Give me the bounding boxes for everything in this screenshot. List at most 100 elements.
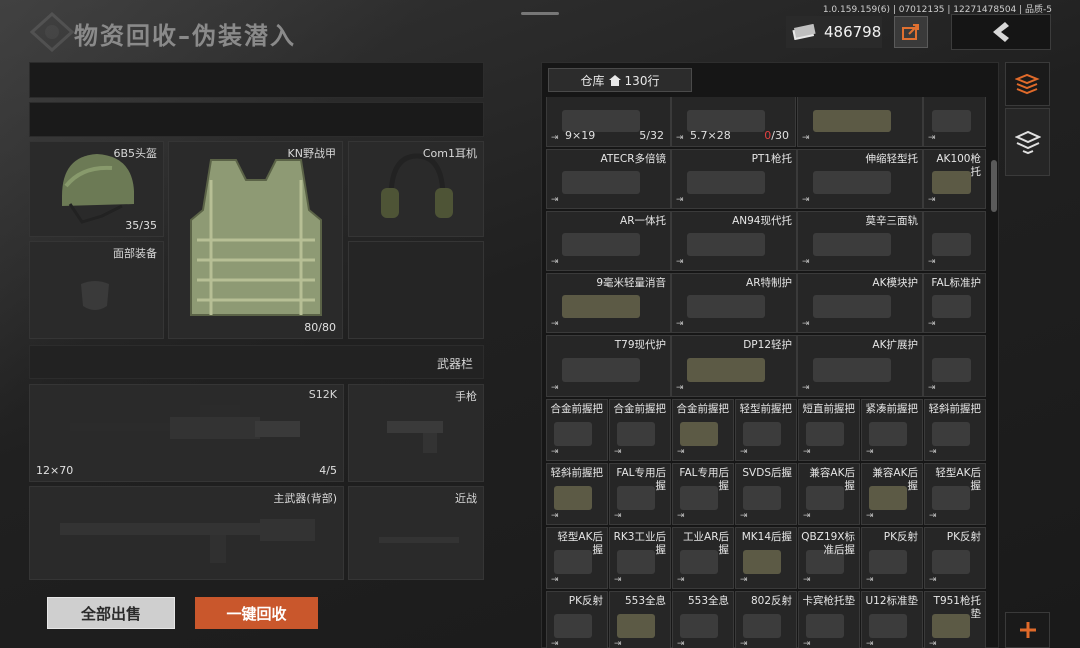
inventory-item[interactable]: 兼容AK后握 ⇥ <box>861 463 923 525</box>
extract-icon: ⇥ <box>614 511 622 521</box>
item-name: MK14后握 <box>741 531 792 543</box>
inventory-item[interactable]: ⇥ 9×19 5/32 <box>546 97 671 147</box>
inventory-item[interactable]: AK100枪托 ⇥ <box>923 149 986 209</box>
item-image-icon <box>813 233 891 256</box>
inventory-item[interactable]: ⇥ 5.7×28 0/30 <box>671 97 796 147</box>
inventory-item[interactable]: 工业AR后握 ⇥ <box>672 527 734 589</box>
extract-icon: ⇥ <box>676 257 684 267</box>
headset-label: Com1耳机 <box>422 147 477 160</box>
inventory-item[interactable]: 553全息 ⇥ <box>609 591 671 648</box>
plus-icon <box>1019 622 1036 638</box>
extract-icon: ⇥ <box>866 511 874 521</box>
inventory-item[interactable]: T79现代护 ⇥ <box>546 335 671 397</box>
inventory-item[interactable]: 合金前握把 ⇥ <box>672 399 734 461</box>
tab-warehouse[interactable]: 仓库 130行 <box>548 68 692 92</box>
inventory-item[interactable]: 卡宾枪托垫 ⇥ <box>798 591 860 648</box>
armor-slot[interactable]: KN野战甲 80/80 <box>168 141 343 339</box>
inventory-item[interactable]: 合金前握把 ⇥ <box>546 399 608 461</box>
inventory-item[interactable]: 轻型前握把 ⇥ <box>735 399 797 461</box>
inventory-item[interactable]: 553全息 ⇥ <box>672 591 734 648</box>
inventory-item[interactable]: ⇥ <box>923 97 986 147</box>
item-name: 802反射 <box>750 595 792 607</box>
item-name: 紧凑前握把 <box>865 403 919 415</box>
item-name: PK反射 <box>883 531 918 543</box>
inventory-item[interactable]: AR特制护 ⇥ <box>671 273 797 333</box>
add-button[interactable] <box>1005 612 1050 648</box>
item-count-max: /30 <box>771 129 789 142</box>
inventory-item[interactable]: FAL专用后握 ⇥ <box>672 463 734 525</box>
sort-button[interactable] <box>1005 62 1050 106</box>
item-name: 轻型AK后握 <box>935 467 981 492</box>
vest-icon <box>190 159 322 316</box>
extract-icon: ⇥ <box>676 195 684 205</box>
inventory-item[interactable]: AR一体托 ⇥ <box>546 211 671 271</box>
inventory-item[interactable]: 轻斜前握把 ⇥ <box>546 463 608 525</box>
extract-icon: ⇥ <box>929 511 937 521</box>
inventory-item[interactable]: FAL专用后握 ⇥ <box>609 463 671 525</box>
drag-handle[interactable] <box>521 12 559 15</box>
back-button[interactable] <box>951 14 1051 50</box>
inventory-item[interactable]: 轻斜前握把 ⇥ <box>924 399 986 461</box>
inventory-grid: ⇥ 9×19 5/32 ⇥ 5.7×28 0/30 ⇥ ⇥ ATECR多倍镜 ⇥ PT1枪托 ⇥ 伸缩轻… <box>546 97 986 648</box>
inventory-item[interactable]: T951枪托垫 ⇥ <box>924 591 986 648</box>
inventory-item[interactable]: MK14后握 ⇥ <box>735 527 797 589</box>
item-name: 轻斜前握把 <box>550 467 604 479</box>
inventory-item[interactable]: QBZ19X标准后握 ⇥ <box>798 527 860 589</box>
inventory-item[interactable]: ATECR多倍镜 ⇥ <box>546 149 671 209</box>
inventory-item[interactable]: 短直前握把 ⇥ <box>798 399 860 461</box>
inventory-scrollbar[interactable] <box>991 160 997 212</box>
face-slot[interactable]: 面部装备 <box>29 241 164 339</box>
item-image-icon <box>932 422 970 446</box>
inventory-item[interactable]: 802反射 ⇥ <box>735 591 797 648</box>
inventory-item[interactable]: DP12轻护 ⇥ <box>671 335 797 397</box>
inventory-item[interactable]: 轻型AK后握 ⇥ <box>924 463 986 525</box>
inventory-item[interactable]: 9毫米轻量消音 ⇥ <box>546 273 671 333</box>
item-image-icon <box>743 422 781 446</box>
item-name: FAL专用后握 <box>679 467 729 492</box>
back-weapon-slot[interactable]: 主武器(背部) <box>29 486 344 580</box>
inventory-item[interactable]: PT1枪托 ⇥ <box>671 149 797 209</box>
primary-weapon-slot[interactable]: S12K 12×70 4/5 <box>29 384 344 482</box>
item-name: 轻斜前握把 <box>928 403 982 415</box>
inventory-item[interactable]: ⇥ <box>923 211 986 271</box>
cash-icon <box>792 24 816 40</box>
extract-icon: ⇥ <box>676 133 684 143</box>
item-image-icon <box>554 486 592 510</box>
headset-slot[interactable]: Com1耳机 <box>348 141 484 237</box>
extract-icon: ⇥ <box>551 383 559 393</box>
inventory-item[interactable]: SVDS后握 ⇥ <box>735 463 797 525</box>
inventory-item[interactable]: RK3工业后握 ⇥ <box>609 527 671 589</box>
inventory-item[interactable]: AK扩展护 ⇥ <box>797 335 923 397</box>
empty-slot[interactable] <box>348 241 484 339</box>
item-image-icon <box>562 171 640 194</box>
inventory-item[interactable]: FAL标准护 ⇥ <box>923 273 986 333</box>
extract-icon: ⇥ <box>803 575 811 585</box>
share-button[interactable] <box>894 16 928 48</box>
item-image-icon <box>743 486 781 510</box>
melee-slot[interactable]: 近战 <box>348 486 484 580</box>
inventory-item[interactable]: 兼容AK后握 ⇥ <box>798 463 860 525</box>
inventory-item[interactable]: 轻型AK后握 ⇥ <box>546 527 608 589</box>
inventory-item[interactable]: ⇥ <box>923 335 986 397</box>
inventory-item[interactable]: PK反射 ⇥ <box>546 591 608 648</box>
inventory-item[interactable]: 伸缩轻型托 ⇥ <box>797 149 923 209</box>
inventory-item[interactable]: U12标准垫 ⇥ <box>861 591 923 648</box>
inventory-item[interactable]: AN94现代托 ⇥ <box>671 211 797 271</box>
helmet-slot[interactable]: 6B5头盔 35/35 <box>29 141 164 237</box>
inventory-item[interactable]: PK反射 ⇥ <box>861 527 923 589</box>
inventory-item[interactable]: ⇥ <box>797 97 923 147</box>
inventory-item[interactable]: PK反射 ⇥ <box>924 527 986 589</box>
extract-icon: ⇥ <box>551 133 559 143</box>
inventory-item[interactable]: 合金前握把 ⇥ <box>609 399 671 461</box>
recycle-all-button[interactable]: 一键回收 <box>195 597 318 629</box>
knife-icon <box>379 537 459 543</box>
item-image-icon <box>932 550 970 574</box>
layers-button[interactable] <box>1005 108 1050 176</box>
item-image-icon <box>680 422 718 446</box>
pistol-slot[interactable]: 手枪 <box>348 384 484 482</box>
sell-all-button[interactable]: 全部出售 <box>47 597 175 629</box>
inventory-item[interactable]: AK模块护 ⇥ <box>797 273 923 333</box>
inventory-item[interactable]: 莫辛三面轨 ⇥ <box>797 211 923 271</box>
item-name: 553全息 <box>687 595 729 607</box>
inventory-item[interactable]: 紧凑前握把 ⇥ <box>861 399 923 461</box>
